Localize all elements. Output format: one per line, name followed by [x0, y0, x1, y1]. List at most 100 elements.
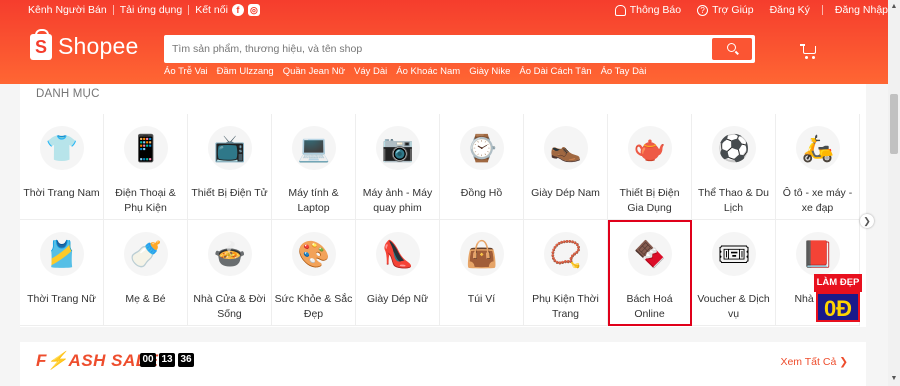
category-label: Thời Trang Nữ	[27, 293, 96, 305]
instagram-icon[interactable]: ◎	[247, 4, 260, 16]
login-label: Đăng Nhập	[834, 4, 888, 16]
mens-shoe-icon: 👞	[544, 126, 588, 170]
see-all-link[interactable]: Xem Tất Cả ❯	[780, 356, 848, 368]
notifications-label: Thông Báo	[629, 4, 682, 16]
category-label: Máy tính & Laptop	[288, 187, 339, 214]
category-label: Sức Khỏe & Sắc Đẹp	[274, 293, 353, 320]
phone-icon: 📱	[124, 126, 168, 170]
suggestion-link[interactable]: Áo Dài Cách Tân	[519, 66, 591, 77]
category-label: Đồng Hồ	[460, 187, 503, 199]
category-label: Phụ Kiện Thời Trang	[532, 293, 599, 320]
category-item[interactable]: 🍫 Bách Hoá Online	[608, 220, 692, 326]
book-icon: 📕	[796, 232, 840, 276]
category-label: Nhà Cửa & Đời Sống	[193, 293, 266, 320]
category-item[interactable]: 👠 Giày Dép Nữ	[356, 220, 440, 326]
help-label: Trợ Giúp	[712, 4, 754, 16]
scooter-icon: 🛵	[796, 126, 840, 170]
category-item[interactable]: 🫖 Thiết Bị Điện Gia Dụng	[608, 114, 692, 220]
tv-icon: 📺	[208, 126, 252, 170]
category-label: Giày Dép Nam	[531, 187, 600, 199]
suggestion-link[interactable]: Áo Khoác Nam	[396, 66, 460, 77]
category-item[interactable]: 🎨 Sức Khỏe & Sắc Đẹp	[272, 220, 356, 326]
timer-seconds: 36	[178, 353, 194, 367]
download-app-link[interactable]: Tải ứng dụng	[120, 4, 183, 16]
category-item[interactable]: 💻 Máy tính & Laptop	[272, 114, 356, 220]
category-item[interactable]: 🍼 Mẹ & Bé	[104, 220, 188, 326]
seller-center-link[interactable]: Kênh Người Bán	[28, 4, 107, 16]
header: Kênh Người Bán Tải ứng dụng Kết nối f ◎ …	[0, 0, 888, 84]
suggestion-link[interactable]: Giày Nike	[469, 66, 510, 77]
next-arrow-button[interactable]: ❯	[860, 214, 874, 228]
shopee-logo[interactable]: S Shopee	[30, 28, 139, 60]
category-label: Thiết Bị Điện Gia Dụng	[619, 187, 680, 214]
makeup-palette-icon: 🎨	[292, 232, 336, 276]
tank-top-icon: 🎽	[40, 232, 84, 276]
category-label: Bách Hoá Online	[626, 293, 673, 320]
shirt-icon: 👕	[40, 126, 84, 170]
suggestion-link[interactable]: Quần Jean Nữ	[283, 66, 345, 77]
category-label: Máy ảnh - Máy quay phim	[362, 187, 433, 214]
suggestion-link[interactable]: Áo Tay Dài	[601, 66, 647, 77]
divider	[188, 5, 190, 15]
suggestion-link[interactable]: Đầm Ulzzang	[217, 66, 274, 77]
category-label: Mẹ & Bé	[125, 293, 166, 305]
category-label: Điện Thoại & Phụ Kiện	[115, 187, 176, 214]
top-bar-left: Kênh Người Bán Tải ứng dụng Kết nối f ◎	[28, 4, 260, 16]
beauty-promo-badge[interactable]: LÀM ĐẸP 0Đ	[814, 274, 862, 324]
cart-icon[interactable]	[800, 44, 818, 59]
category-panel: DANH MỤC 👕 Thời Trang Nam 📱 Điện Thoại & Ph…	[20, 84, 866, 327]
category-item[interactable]: 🎟 Voucher & Dịch vụ	[692, 220, 776, 326]
scrollbar-thumb[interactable]	[890, 94, 898, 154]
search-bar	[164, 35, 755, 63]
category-label: Túi Ví	[467, 293, 496, 305]
facebook-icon[interactable]: f	[231, 4, 244, 16]
category-item[interactable]: 📱 Điện Thoại & Phụ Kiện	[104, 114, 188, 220]
flash-sale-section: F⚡ASH SALE 00 13 36 Xem Tất Cả ❯	[20, 342, 866, 386]
camera-icon: 📷	[376, 126, 420, 170]
high-heel-icon: 👠	[376, 232, 420, 276]
help-icon: ?	[697, 4, 709, 16]
promo-line-1: LÀM ĐẸP	[814, 274, 862, 292]
category-item[interactable]: 👕 Thời Trang Nam	[20, 114, 104, 220]
watch-icon: ⌚	[460, 126, 504, 170]
soccer-ball-icon: ⚽	[712, 126, 756, 170]
category-item[interactable]: 🛵 Ô tô - xe máy - xe đạp	[776, 114, 860, 220]
top-bar: Kênh Người Bán Tải ứng dụng Kết nối f ◎ …	[0, 0, 888, 22]
scroll-down-icon[interactable]: ▼	[890, 375, 898, 383]
category-item[interactable]: 📷 Máy ảnh - Máy quay phim	[356, 114, 440, 220]
category-item[interactable]: ⌚ Đồng Hồ	[440, 114, 524, 220]
baby-chair-icon: 🍼	[124, 232, 168, 276]
login-link[interactable]: Đăng Nhập	[835, 4, 888, 16]
kettle-icon: 🫖	[628, 126, 672, 170]
category-item[interactable]: 🎽 Thời Trang Nữ	[20, 220, 104, 326]
timer-hours: 00	[140, 353, 156, 367]
category-item[interactable]: 👞 Giày Dép Nam	[524, 114, 608, 220]
divider	[112, 5, 114, 15]
see-all-label: Xem Tất Cả	[780, 356, 837, 368]
category-grid: 👕 Thời Trang Nam 📱 Điện Thoại & Phụ Kiện 📺 Th…	[20, 114, 866, 327]
scroll-up-icon[interactable]: ▲	[890, 3, 898, 11]
category-item[interactable]: 📺 Thiết Bị Điện Tử	[188, 114, 272, 220]
category-label: Giày Dép Nữ	[366, 293, 429, 305]
scrollbar[interactable]: ▲ ▼	[888, 0, 900, 386]
chocolate-icon: 🍫	[628, 232, 672, 276]
notifications-link[interactable]: Thông Báo	[614, 4, 682, 16]
category-item[interactable]: 📿 Phụ Kiện Thời Trang	[524, 220, 608, 326]
handbag-icon: 👜	[460, 232, 504, 276]
suggestion-link[interactable]: Váy Dài	[354, 66, 387, 77]
countdown-timer: 00 13 36	[140, 353, 197, 367]
category-item[interactable]: 🍲 Nhà Cửa & Đời Sống	[188, 220, 272, 326]
search-input[interactable]	[172, 40, 702, 58]
divider	[821, 5, 823, 15]
belt-icon: 📿	[544, 232, 588, 276]
category-label: Ô tô - xe máy - xe đạp	[782, 187, 853, 214]
register-link[interactable]: Đăng Ký	[770, 4, 810, 16]
category-item[interactable]: 👜 Túi Ví	[440, 220, 524, 326]
search-button[interactable]	[712, 38, 752, 60]
help-link[interactable]: ? Trợ Giúp	[697, 4, 754, 16]
category-item[interactable]: ⚽ Thể Thao & Du Lịch	[692, 114, 776, 220]
suggestion-link[interactable]: Áo Trễ Vai	[164, 66, 208, 77]
bell-icon	[614, 4, 626, 16]
cooking-pot-icon: 🍲	[208, 232, 252, 276]
category-label: Thiết Bị Điện Tử	[191, 187, 268, 199]
